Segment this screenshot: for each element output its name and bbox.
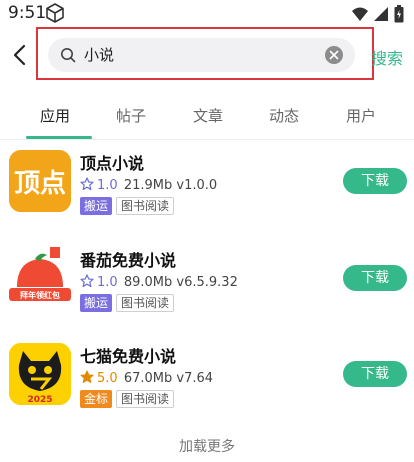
app-icon: 顶点 [9,150,71,212]
result-tabs: 应用 帖子 文章 动态 用户 [0,98,414,139]
download-button[interactable]: 下载 [343,168,407,194]
app-rating: 5.0 [97,371,118,386]
app-rating: 1.0 [97,178,118,193]
app-icon-graphic: 顶点 [9,150,71,212]
app-version: v1.0.0 [176,178,218,193]
cube-icon [46,3,64,23]
app-meta: 5.0 67.0Mb v7.64 [80,370,213,386]
wifi-icon [352,7,368,21]
star-outline-icon [80,274,94,288]
source-tag: 搬运 [80,294,113,312]
download-button[interactable]: 下载 [343,265,407,291]
tab-apps[interactable]: 应用 [40,105,70,126]
app-size: 21.9Mb [123,178,173,193]
app-icon-text: 2025 [27,395,52,405]
app-name: 七猫免费小说 [80,347,177,366]
app-icon-text: 拜年领红包 [20,290,60,300]
load-more-button[interactable]: 加载更多 [0,436,414,456]
search-highlight-box [36,27,374,80]
back-arrow-icon[interactable] [9,42,31,68]
download-button[interactable]: 下载 [343,361,407,387]
tab-posts[interactable]: 帖子 [116,105,146,126]
status-bar: 9:51 [0,0,414,28]
search-button[interactable]: 搜索 [371,45,403,69]
app-icon-graphic: 拜年领红包 [9,247,71,309]
list-item[interactable]: 2025 七猫免费小说 5.0 67.0Mb v7.64 金标 图书阅读 下载 [0,343,414,423]
cellular-signal-icon [374,7,388,21]
list-item[interactable]: 顶点 顶点小说 1.0 21.9Mb v1.0.0 搬运 图书阅读 下载 [0,150,414,230]
list-item[interactable]: 拜年领红包 番茄免费小说 1.0 89.0Mb v6.5.9.32 搬运 图书阅… [0,247,414,327]
app-version: v6.5.9.32 [176,275,238,290]
app-icon: 2025 [9,343,71,405]
app-size: 67.0Mb [123,371,173,386]
app-size: 89.0Mb [123,275,173,290]
app-name: 顶点小说 [80,154,145,173]
status-indicators [352,5,404,23]
tab-activity[interactable]: 动态 [269,105,299,126]
app-name: 番茄免费小说 [80,251,177,270]
star-outline-icon [80,177,94,191]
tab-articles[interactable]: 文章 [193,105,223,126]
category-tag: 图书阅读 [116,390,175,408]
app-meta: 1.0 21.9Mb v1.0.0 [80,177,217,193]
gold-badge-tag: 金标 [80,390,113,408]
tabs-divider [0,139,414,140]
app-icon: 拜年领红包 [9,247,71,309]
battery-icon [394,5,404,23]
app-icon-text: 顶点 [14,168,66,199]
app-version: v7.64 [176,371,214,386]
app-rating: 1.0 [97,275,118,290]
star-filled-icon [80,370,94,383]
app-tags: 金标 图书阅读 [80,390,175,408]
status-time: 9:51 [8,3,47,23]
app-meta: 1.0 89.0Mb v6.5.9.32 [80,274,238,290]
app-tags: 搬运 图书阅读 [80,197,175,215]
tab-users[interactable]: 用户 [346,105,376,126]
category-tag: 图书阅读 [116,197,175,215]
app-icon-graphic: 2025 [9,343,71,405]
source-tag: 搬运 [80,197,113,215]
category-tag: 图书阅读 [116,294,175,312]
app-tags: 搬运 图书阅读 [80,294,175,312]
